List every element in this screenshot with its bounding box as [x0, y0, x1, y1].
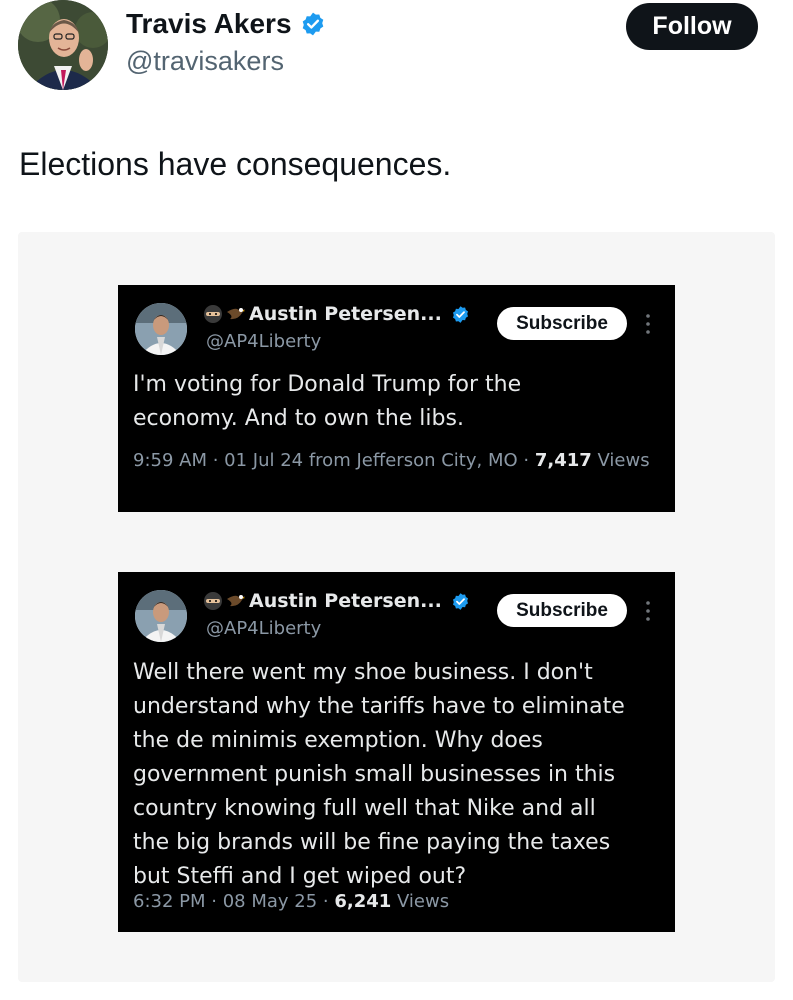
- embedded-avatar: [135, 590, 187, 642]
- subscribe-button[interactable]: Subscribe: [497, 307, 627, 340]
- subscribe-button[interactable]: Subscribe: [497, 594, 627, 627]
- tweet-text: Elections have consequences.: [19, 146, 452, 182]
- embedded-tweet-card: Austin Petersen... @AP4Liberty Subscribe…: [118, 572, 675, 932]
- tweet-timestamp[interactable]: 6:32 PM · 08 May 25 ·: [133, 891, 334, 912]
- ninja-emoji-icon: [203, 591, 223, 611]
- embedded-handle[interactable]: @AP4Liberty: [206, 331, 321, 352]
- embedded-tweet-body: I'm voting for Donald Trump for the econ…: [133, 372, 522, 431]
- embedded-tweet-body: Well there went my shoe business. I don'…: [133, 660, 625, 889]
- tweet-timestamp[interactable]: 9:59 AM · 01 Jul 24 from Jefferson City,…: [133, 450, 535, 471]
- embedded-avatar: [135, 303, 187, 355]
- verified-badge-icon: [300, 11, 326, 37]
- embedded-handle[interactable]: @AP4Liberty: [206, 618, 321, 639]
- embedded-tweet-card: Austin Petersen... @AP4Liberty Subscribe…: [118, 285, 675, 512]
- embedded-display-name-text: Austin Petersen...: [249, 303, 442, 325]
- ninja-emoji-icon: [203, 304, 223, 324]
- eagle-emoji-icon: [226, 591, 246, 611]
- verified-badge-icon: [451, 592, 470, 611]
- more-vertical-icon[interactable]: [645, 600, 651, 622]
- display-name-text: Travis Akers: [126, 8, 292, 39]
- eagle-emoji-icon: [226, 304, 246, 324]
- views-count: 6,241: [334, 891, 392, 912]
- display-name[interactable]: Travis Akers: [126, 8, 326, 40]
- more-vertical-icon[interactable]: [645, 313, 651, 335]
- embedded-tweet-meta: 6:32 PM · 08 May 25 · 6,241 Views: [133, 887, 653, 916]
- handle[interactable]: @travisakers: [126, 46, 284, 77]
- embedded-display-name-text: Austin Petersen...: [249, 590, 442, 612]
- embedded-display-name[interactable]: Austin Petersen...: [203, 590, 470, 612]
- embedded-display-name[interactable]: Austin Petersen...: [203, 303, 470, 325]
- views-label: Views: [597, 450, 650, 471]
- views-label: Views: [397, 891, 450, 912]
- follow-button[interactable]: Follow: [626, 3, 758, 50]
- views-count: 7,417: [534, 450, 592, 471]
- embedded-tweet-meta: 9:59 AM · 01 Jul 24 from Jefferson City,…: [133, 446, 653, 475]
- avatar[interactable]: [18, 0, 108, 90]
- verified-badge-icon: [451, 305, 470, 324]
- tweet-screenshot: Travis Akers @travisakers Follow Electio…: [0, 0, 793, 1000]
